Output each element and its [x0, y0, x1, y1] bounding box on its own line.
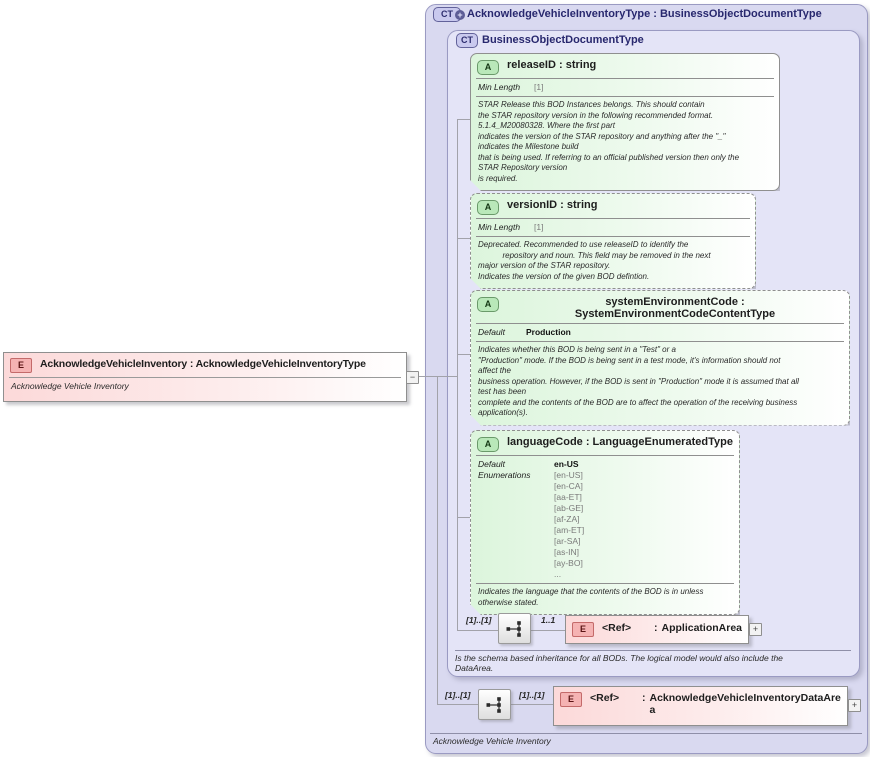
- base-type-icon: CT: [456, 33, 478, 48]
- divider: [455, 650, 851, 651]
- connector-branch-releaseid: [457, 119, 470, 120]
- connector-branch-versionid: [457, 238, 470, 239]
- attribute-box-languagecode: A languageCode : LanguageEnumeratedType …: [470, 430, 740, 615]
- element-icon: E: [560, 692, 582, 707]
- facet-label: Min Length: [478, 82, 521, 92]
- root-element-box[interactable]: E AcknowledgeVehicleInventory : Acknowle…: [3, 352, 407, 402]
- enum-value: [ab-GE]: [554, 503, 584, 513]
- element-icon: E: [10, 358, 32, 373]
- expand-button-applicationarea[interactable]: +: [749, 623, 762, 636]
- occurrence-label: [1]..[1]: [519, 690, 545, 700]
- ref-type-name: ApplicationArea: [661, 622, 743, 634]
- base-type-annotation: Is the schema based inheritance for all …: [455, 653, 783, 673]
- collapse-button[interactable]: −: [406, 371, 419, 384]
- sequence-icon: [478, 689, 511, 720]
- attribute-description: Deprecated. Recommended to use releaseID…: [478, 240, 711, 281]
- occurrence-label: [1]..[1]: [466, 615, 492, 625]
- expand-button-dataarea[interactable]: +: [848, 699, 861, 712]
- enum-ellipsis: ...: [554, 569, 562, 579]
- attribute-description: STAR Release this BOD Instances belongs.…: [478, 100, 740, 183]
- complex-type-title: AcknowledgeVehicleInventoryType : Busine…: [467, 8, 822, 20]
- enum-value: [en-CA]: [554, 481, 583, 491]
- base-type-title: BusinessObjectDocumentType: [482, 34, 644, 46]
- ref-label: <Ref>: [602, 622, 632, 634]
- enum-value: [ay-BO]: [554, 558, 583, 568]
- base-type-icon-label: CT: [461, 35, 473, 45]
- enum-value: [aa-ET]: [554, 492, 582, 502]
- connector-outer-vertical: [437, 376, 438, 705]
- facet-value: [1]: [534, 82, 544, 92]
- facet-label: Default: [478, 327, 505, 337]
- ref-type-name: AcknowledgeVehicleInventoryDataArea: [649, 692, 841, 716]
- attribute-icon: A: [477, 437, 499, 452]
- facet-label: Enumerations: [478, 470, 531, 480]
- attribute-name: systemEnvironmentCode : SystemEnvironmen…: [574, 296, 776, 320]
- facet-value: [1]: [534, 222, 544, 232]
- occurrence-label: 1..1: [541, 615, 556, 625]
- facet-default-value: en-US: [554, 459, 579, 469]
- attribute-icon: A: [477, 200, 499, 215]
- root-element-annotation: Acknowledge Vehicle Inventory: [11, 381, 129, 391]
- enum-value: [af-ZA]: [554, 514, 580, 524]
- connector-branch-systemenvironmentcode: [457, 354, 470, 355]
- attribute-icon: A: [477, 60, 499, 75]
- facet-label: Min Length: [478, 222, 521, 232]
- attribute-name: releaseID : string: [507, 59, 597, 71]
- attribute-box-versionid: A versionID : string Min Length [1] Depr…: [470, 193, 756, 289]
- complex-type-annotation: Acknowledge Vehicle Inventory: [433, 736, 551, 746]
- occurrence-label: [1]..[1]: [445, 690, 471, 700]
- root-element-title: AcknowledgeVehicleInventory : Acknowledg…: [40, 358, 366, 370]
- attribute-description: Indicates whether this BOD is being sent…: [478, 345, 799, 417]
- colon: :: [642, 692, 646, 704]
- element-icon: E: [572, 622, 594, 637]
- attribute-description: Indicates the language that the contents…: [478, 587, 704, 607]
- sequence-icon: [498, 613, 531, 644]
- complex-type-icon-label: CT: [441, 9, 453, 19]
- connector-branch-languagecode: [457, 517, 470, 518]
- complex-type-icon: CT +: [433, 7, 465, 22]
- ref-element-dataarea[interactable]: E <Ref> : AcknowledgeVehicleInventoryDat…: [553, 686, 848, 726]
- attribute-box-systemenvironmentcode: A systemEnvironmentCode : SystemEnvironm…: [470, 290, 850, 426]
- enum-value: [am-ET]: [554, 525, 585, 535]
- derived-plus-icon: +: [455, 10, 465, 20]
- facet-value: Production: [526, 327, 571, 337]
- enum-value: [as-IN]: [554, 547, 580, 557]
- connector-inner-vertical: [457, 119, 458, 631]
- enum-value: [en-US]: [554, 470, 583, 480]
- attribute-name: languageCode : LanguageEnumeratedType: [507, 436, 733, 448]
- colon: :: [654, 622, 658, 634]
- enum-value: [ar-SA]: [554, 536, 581, 546]
- divider: [430, 733, 862, 734]
- ref-label: <Ref>: [590, 692, 620, 704]
- ref-element-applicationarea[interactable]: E <Ref> : ApplicationArea: [565, 615, 749, 644]
- facet-label: Default: [478, 459, 505, 469]
- attribute-name: versionID : string: [507, 199, 598, 211]
- attribute-icon: A: [477, 297, 499, 312]
- attribute-box-releaseid: A releaseID : string Min Length [1] STAR…: [470, 53, 780, 191]
